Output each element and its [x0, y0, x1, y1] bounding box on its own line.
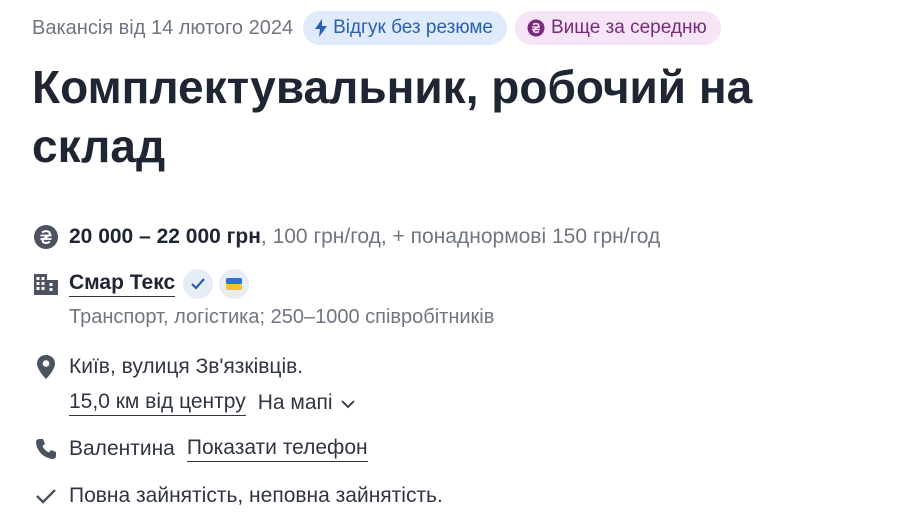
ukraine-flag-icon [219, 269, 250, 299]
company-name-link[interactable]: Смар Текс [69, 271, 176, 297]
posted-date: Вакансія від 14 лютого 2024 [32, 16, 294, 39]
distance-row: 15,0 км від центру На мапі [69, 386, 355, 420]
location-row: Київ, вулиця Зв'язківців. [32, 350, 303, 384]
salary-level-badge: Вище за середню [514, 11, 721, 45]
lightning-icon [315, 19, 328, 37]
check-badge-icon [183, 269, 214, 299]
quick-apply-badge: Відгук без резюме [303, 11, 507, 45]
building-icon [32, 272, 60, 296]
salary-level-label: Вище за середню [550, 17, 707, 38]
show-phone-link[interactable]: Показати телефон [186, 436, 368, 462]
location-pin-icon [32, 354, 60, 380]
checkmark-icon [32, 488, 60, 504]
phone-icon [32, 437, 60, 461]
salary-row: 20 000 – 22 000 грн , 100 грн/год, + пон… [32, 220, 660, 254]
job-title: Комплектувальник, робочий на склад [32, 61, 753, 172]
map-button-label: На мапі [257, 391, 333, 414]
hryvnia-coin-icon [527, 19, 545, 37]
employment-type: Повна зайнятість, неповна зайнятість. [69, 484, 443, 507]
employment-row: Повна зайнятість, неповна зайнятість. [32, 480, 443, 512]
hryvnia-icon [32, 224, 60, 250]
address-text: Київ, вулиця Зв'язківців. [69, 355, 304, 378]
quick-apply-label: Відгук без резюме [333, 17, 493, 38]
vacancy-meta: Вакансія від 14 лютого 2024 Відгук без р… [32, 10, 721, 46]
contact-name: Валентина [69, 437, 175, 460]
show-map-button[interactable]: На мапі [258, 391, 355, 415]
salary-details: , 100 грн/год, + понаднормові 150 грн/го… [260, 225, 661, 248]
salary-range: 20 000 – 22 000 грн [69, 225, 261, 248]
chevron-down-icon [340, 391, 355, 415]
company-row: Смар Текс [32, 266, 255, 302]
distance-link[interactable]: 15,0 км від центру [69, 390, 246, 416]
company-industry: Транспорт, логістика; 250–1000 співробіт… [69, 306, 495, 328]
contact-row: Валентина Показати телефон [32, 432, 368, 466]
